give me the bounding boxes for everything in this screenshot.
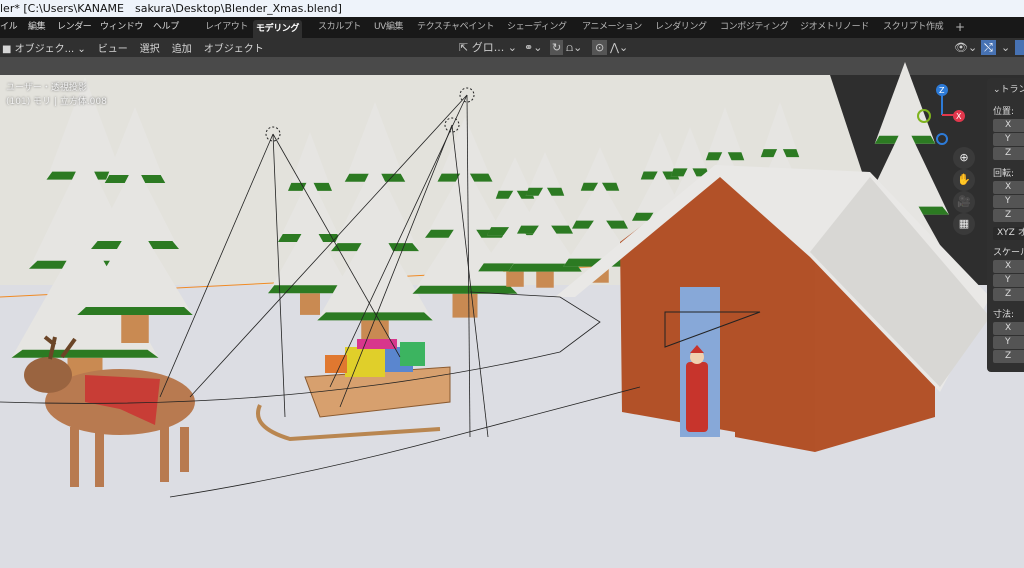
tab-sculpt[interactable]: スカルプト [315,17,364,38]
rotation-mode-dropdown[interactable]: XYZ オ [993,227,1024,240]
location-z-field[interactable]: Z [993,147,1024,160]
gizmo-x-label: X [956,112,962,121]
viewport-info: ユーザー・透視投影 (101) モリ | 立方体.008 [6,81,107,109]
orientation-label: グロ... [471,41,505,54]
gizmo-toggle[interactable]: ⤭ [981,40,996,55]
scale-y-field[interactable]: Y [993,274,1024,287]
menu-add[interactable]: 追加 [166,40,198,55]
object-info: (101) モリ | 立方体.008 [6,97,107,107]
scale-label: スケール [993,248,1024,258]
menu-help[interactable]: ヘルプ [153,17,179,38]
tab-shading[interactable]: シェーディング [504,17,570,38]
dimensions-z-field[interactable]: Z [993,350,1024,363]
add-workspace-button[interactable]: + [952,17,968,38]
transform-orientation-dropdown[interactable]: ⇱ グロ... ⌄ [459,40,517,55]
tab-modeling[interactable]: モデリング [253,20,303,38]
menu-select[interactable]: 選択 [134,40,166,55]
scale-x-field[interactable]: X [993,260,1024,273]
mode-selector[interactable]: ■ オブジェク... ⌄ [0,40,92,55]
rotation-x-field[interactable]: X [993,181,1024,194]
menu-edit[interactable]: 編集 [28,17,46,38]
panel-header[interactable]: ⌄トラン [993,82,1024,95]
view-name: ユーザー・透視投影 [6,83,87,93]
snap-toggle[interactable]: ↻ [550,40,564,55]
tab-uv-editing[interactable]: UV編集 [371,17,406,38]
location-label: 位置: [993,107,1015,117]
dimensions-y-field[interactable]: Y [993,336,1024,349]
scale-z-field[interactable]: Z [993,288,1024,301]
pan-hand-icon[interactable]: ✋ [953,169,975,191]
snap-target-dropdown[interactable]: ⩍⌄ [566,40,582,55]
gizmo-dropdown[interactable]: ⌄ [1001,40,1010,55]
tab-geometry-nodes[interactable]: ジオメトリノード [797,17,872,38]
panel-title: トラン [1000,85,1024,95]
menu-file[interactable]: イル [0,17,18,38]
window-title: ler* [C:\Users\KANAME sakura\Desktop\Ble… [0,0,1024,17]
orientation-icon: ⇱ [459,41,469,54]
tab-layout[interactable]: レイアウト [202,17,251,38]
location-x-field[interactable]: X [993,119,1024,132]
scene-render: Z X [0,57,1024,568]
menu-render[interactable]: レンダー [57,17,92,38]
gizmo-z-label: Z [939,86,945,95]
menu-bar: イル 編集 レンダー ウィンドウ ヘルプ レイアウト モデリング スカルプト U… [0,17,1024,38]
menu-window[interactable]: ウィンドウ [100,17,143,38]
tab-texture-paint[interactable]: テクスチャペイント [414,17,497,38]
tab-rendering[interactable]: レンダリング [652,17,710,38]
rotation-z-field[interactable]: Z [993,209,1024,222]
sidebar-transform-panel: ⌄トラン 位置: X Y Z 回転: X Y Z XYZ オ スケール X Y … [987,78,1024,372]
falloff-dropdown[interactable]: ⋀⌄ [610,40,628,55]
menu-object[interactable]: オブジェクト [198,40,270,55]
location-y-field[interactable]: Y [993,133,1024,146]
mode-label: オブジェク... [14,44,75,55]
zoom-icon[interactable]: ⊕ [953,147,975,169]
tab-compositing[interactable]: コンポジティング [717,17,791,38]
camera-view-icon[interactable]: 🎥 [953,191,975,213]
tab-animation[interactable]: アニメーション [579,17,645,38]
perspective-grid-icon[interactable]: ▦ [953,213,975,235]
pivot-dropdown[interactable]: ⚭⌄ [524,40,542,55]
menu-view[interactable]: ビュー [92,40,134,55]
dimensions-label: 寸法: [993,310,1015,320]
viewport-top-band [0,57,1024,75]
proportional-edit-toggle[interactable]: ⊙ [592,40,608,55]
overlay-toggle[interactable] [1015,40,1024,55]
tab-scripting[interactable]: スクリプト作成 [880,17,946,38]
rotation-label: 回転: [993,169,1015,179]
3d-viewport[interactable]: Z X ユーザー・透視投影 (101) モリ | 立方体.008 ⊕ ✋ 🎥 ▦ [0,57,1024,568]
rotation-y-field[interactable]: Y [993,195,1024,208]
visibility-dropdown[interactable]: 👁⌄ [954,40,977,55]
dimensions-x-field[interactable]: X [993,322,1024,335]
